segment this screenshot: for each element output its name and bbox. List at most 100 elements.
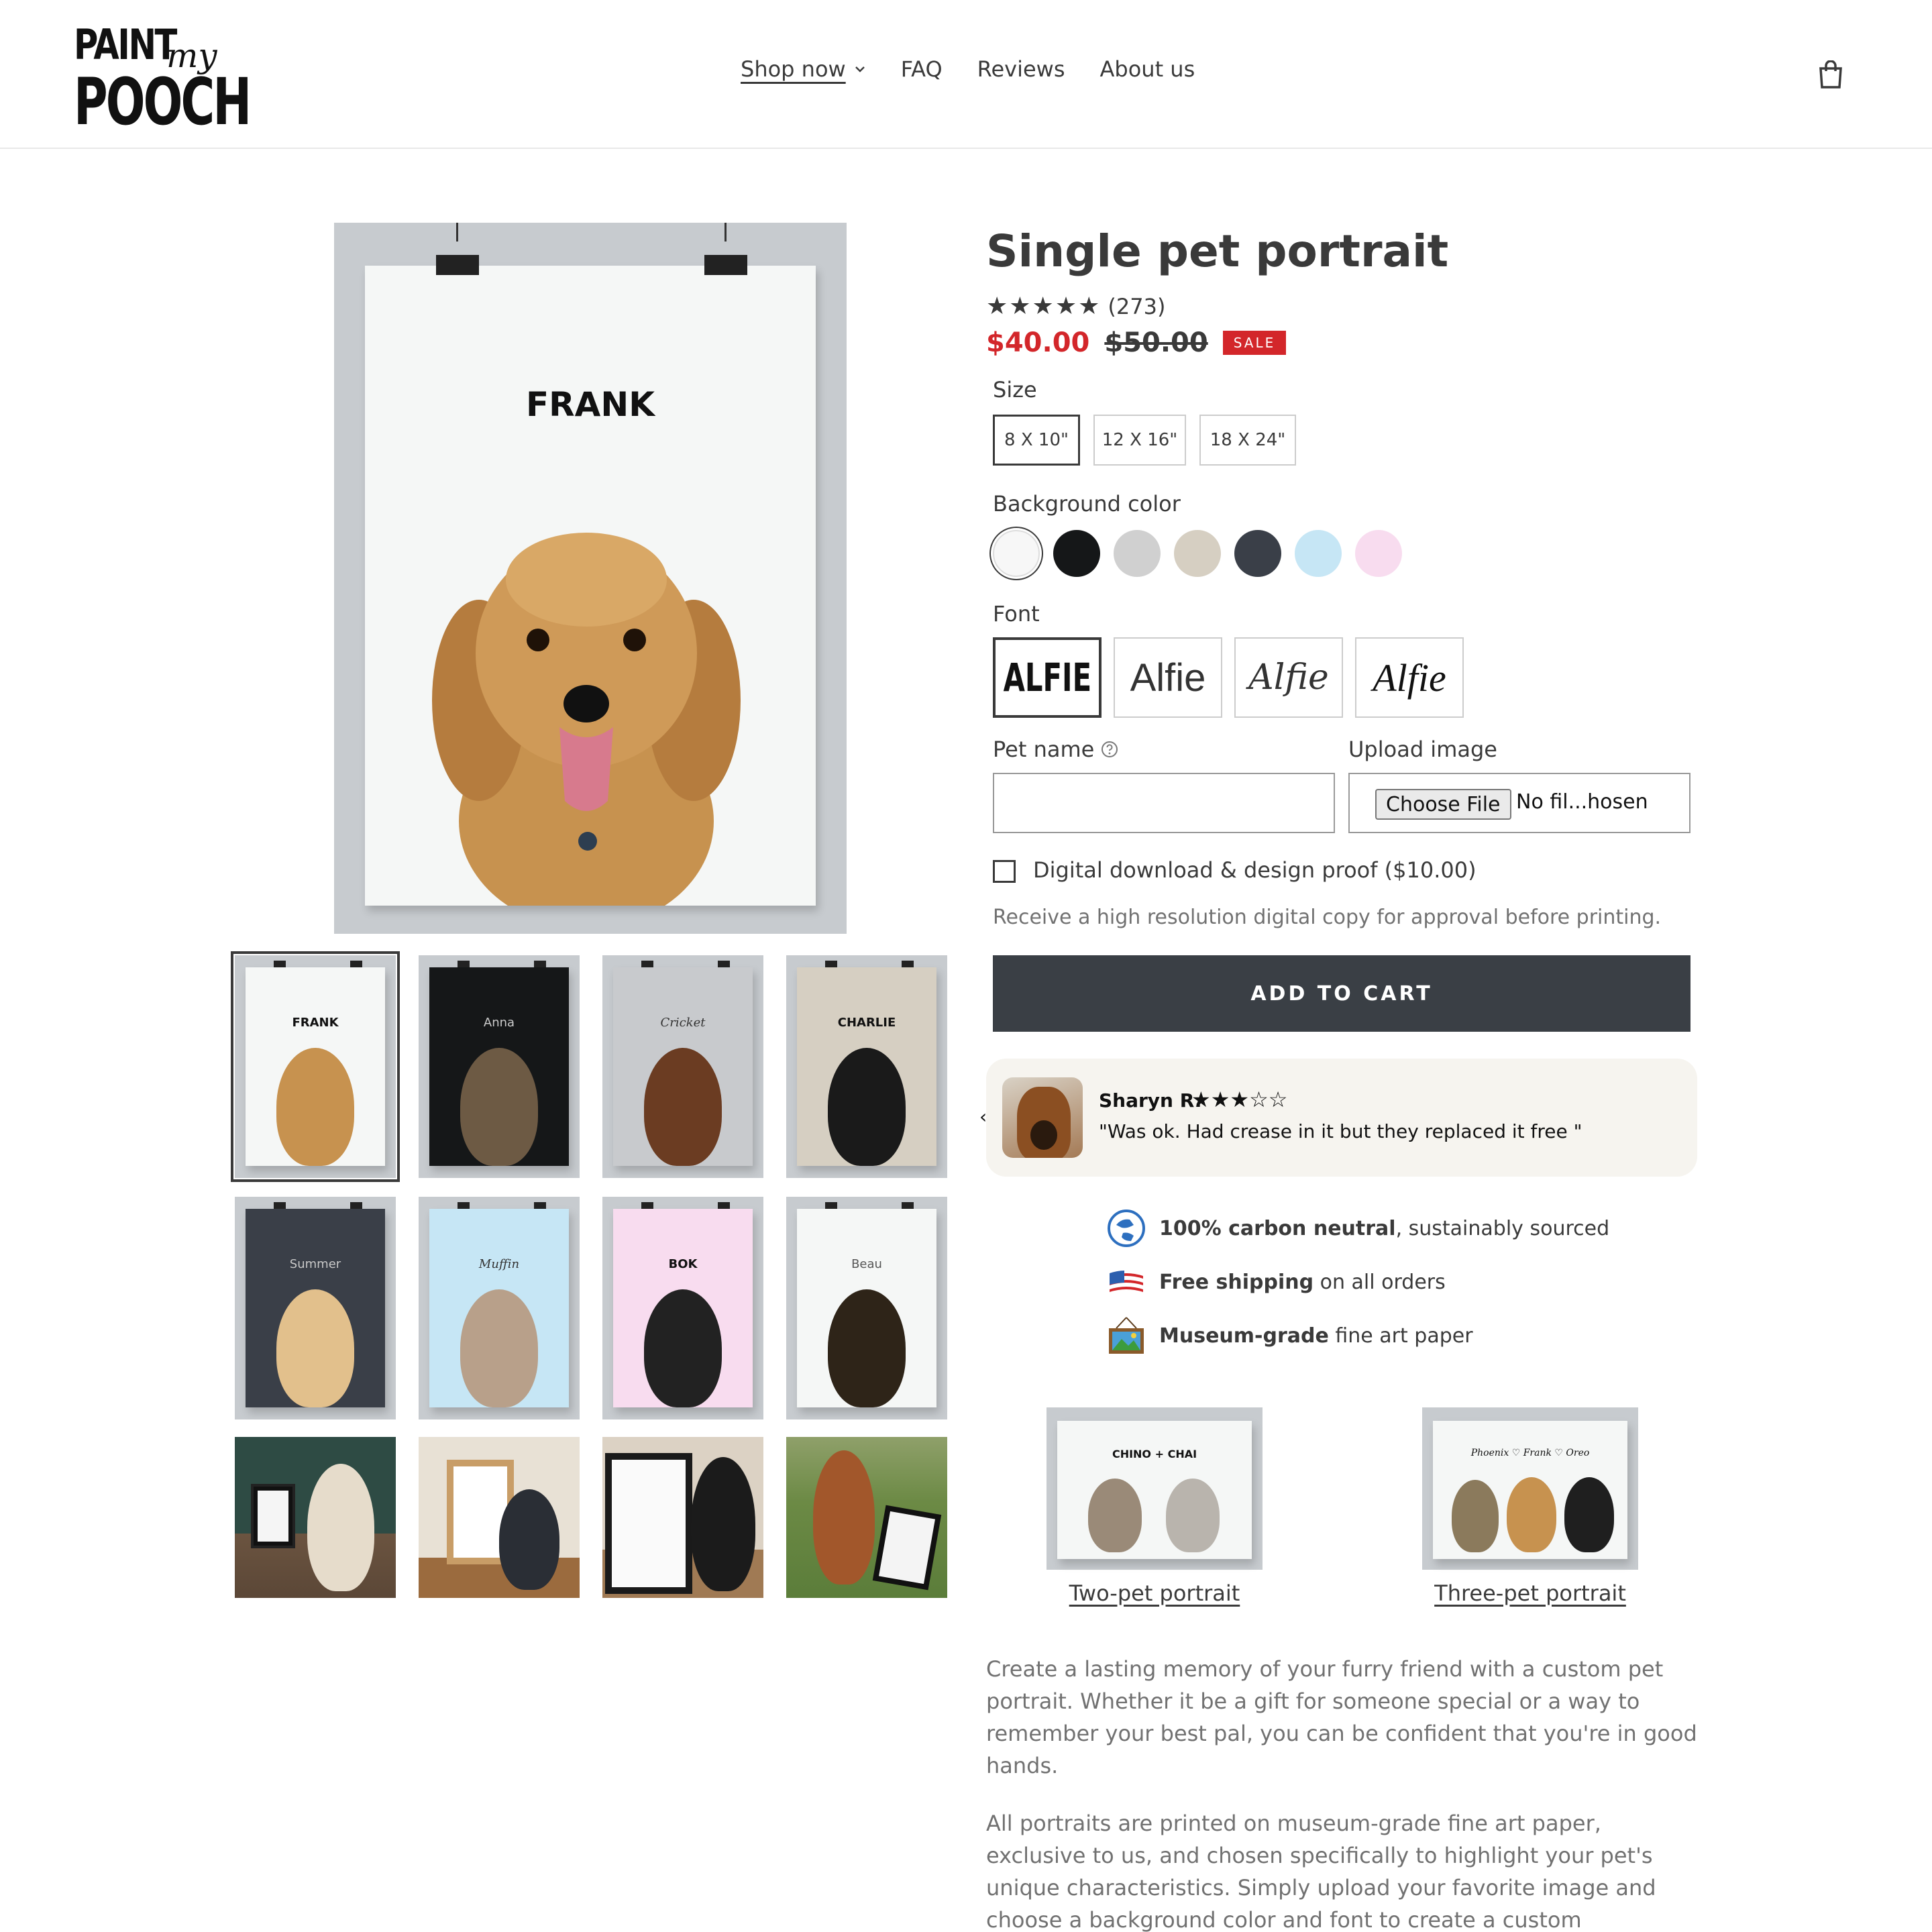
rating-stars-icon: ★★★★★ <box>986 292 1102 320</box>
pet-illustration <box>460 1289 538 1407</box>
person-photo <box>499 1489 559 1590</box>
review-stars-icon: ★★★☆☆ <box>1191 1087 1288 1112</box>
background-color-swatch[interactable] <box>1053 530 1100 577</box>
feature-bold: Free shipping <box>1159 1270 1314 1294</box>
poster-pet-name: CHINO + CHAI <box>1112 1448 1197 1460</box>
digital-download-checkbox[interactable] <box>993 860 1016 883</box>
pet-illustration <box>276 1048 354 1166</box>
main-nav: Shop now FAQ Reviews About us <box>741 56 1195 82</box>
reviewer-name: Sharyn R. <box>1099 1089 1202 1112</box>
binder-clip <box>534 1202 546 1209</box>
upload-image-field[interactable]: Choose File No fil...hosen <box>1348 773 1690 833</box>
three-pet-portrait-image[interactable]: Phoenix ♡ Frank ♡ Oreo <box>1422 1407 1638 1570</box>
font-option-sans[interactable]: Alfie <box>1114 637 1222 718</box>
three-pet-portrait-link[interactable]: Three-pet portrait <box>1422 1580 1638 1606</box>
binder-clip <box>350 1202 362 1209</box>
rating-count: (273) <box>1108 293 1166 319</box>
gallery-thumbnail[interactable]: BOK <box>602 1197 763 1419</box>
pet-name-label-text: Pet name <box>993 737 1095 762</box>
customer-photo-thumbnail[interactable] <box>786 1437 947 1598</box>
main-product-image[interactable]: FRANK <box>334 223 847 934</box>
background-color-swatch[interactable] <box>1174 530 1221 577</box>
feature-text: , sustainably sourced <box>1395 1216 1610 1240</box>
binder-clip <box>534 961 546 967</box>
cart-icon[interactable] <box>1818 60 1843 89</box>
digital-download-label[interactable]: Digital download & design proof ($10.00) <box>1033 857 1477 883</box>
pet-illustration <box>828 1048 906 1166</box>
cat-illustration <box>1166 1479 1220 1552</box>
poster: Muffin <box>429 1209 569 1407</box>
nav-reviews[interactable]: Reviews <box>977 56 1065 82</box>
background-color-swatch[interactable] <box>1114 530 1161 577</box>
customer-photo-thumbnail[interactable] <box>602 1437 763 1598</box>
gallery-thumbnail[interactable]: Muffin <box>419 1197 580 1419</box>
size-option-18x24[interactable]: 18 X 24" <box>1199 415 1296 466</box>
price-row: $40.00 $50.00 SALE <box>986 327 1287 358</box>
size-option-8x10[interactable]: 8 X 10" <box>993 415 1080 466</box>
font-option-script-light[interactable]: Alfie <box>1234 637 1343 718</box>
add-to-cart-button[interactable]: ADD TO CART <box>993 955 1690 1032</box>
logo-text-top: PAINT <box>74 20 177 69</box>
font-option-script[interactable]: Alfie <box>1355 637 1464 718</box>
background-color-swatch[interactable] <box>993 530 1040 577</box>
poster-pet-name: FRANK <box>292 1016 339 1030</box>
poster: FRANK <box>246 967 385 1166</box>
gallery-thumbnail[interactable]: Cricket <box>602 955 763 1178</box>
nav-about-us[interactable]: About us <box>1100 56 1195 82</box>
reviewer-avatar <box>1002 1077 1083 1158</box>
binder-clip <box>825 961 837 967</box>
binder-clip <box>718 961 730 967</box>
feature-carbon-neutral: 100% carbon neutral, sustainably sourced <box>1107 1209 1609 1248</box>
binder-clip <box>718 1202 730 1209</box>
customer-photo-thumbnail[interactable] <box>419 1437 580 1598</box>
framed-print <box>251 1484 295 1548</box>
background-color-swatch[interactable] <box>1295 530 1342 577</box>
dog-portrait-illustration <box>432 533 741 906</box>
chevron-left-icon[interactable]: ‹ <box>979 1106 997 1132</box>
font-sample: Alfie <box>1248 657 1329 698</box>
background-color-swatch[interactable] <box>1355 530 1402 577</box>
gallery-thumbnail[interactable]: Anna <box>419 955 580 1178</box>
binder-clip <box>825 1202 837 1209</box>
binder-clip <box>902 961 914 967</box>
rating-row[interactable]: ★★★★★ (273) <box>986 292 1165 320</box>
help-icon[interactable] <box>1101 741 1118 758</box>
file-name-text: No fil...hosen <box>1516 790 1648 814</box>
poster-pet-name: FRANK <box>526 385 655 424</box>
cat-illustration <box>1452 1480 1499 1552</box>
globe-recycle-icon <box>1108 1210 1145 1247</box>
binder-clip <box>704 255 747 275</box>
gallery-thumbnail[interactable]: Beau <box>786 1197 947 1419</box>
two-pet-portrait-link[interactable]: Two-pet portrait <box>1046 1580 1263 1606</box>
gallery-thumbnail[interactable]: CHARLIE <box>786 955 947 1178</box>
description-paragraph: Create a lasting memory of your furry fr… <box>986 1656 1697 1778</box>
size-option-12x16[interactable]: 12 X 16" <box>1093 415 1186 466</box>
poster: Phoenix ♡ Frank ♡ Oreo <box>1433 1421 1627 1559</box>
poster-pet-name: CHARLIE <box>837 1016 896 1030</box>
poster-pet-name: Muffin <box>478 1257 520 1271</box>
paint-my-pooch-logo[interactable]: PAINT my POOCH <box>74 20 252 140</box>
poster: Anna <box>429 967 569 1166</box>
nav-about-us-label: About us <box>1099 56 1195 82</box>
dog-photo <box>307 1464 374 1591</box>
two-pet-portrait-image[interactable]: CHINO + CHAI <box>1046 1407 1263 1570</box>
framed-picture-icon <box>1109 1317 1144 1354</box>
nav-faq[interactable]: FAQ <box>901 56 943 82</box>
hanger-wire <box>724 223 727 241</box>
font-option-bold-caps[interactable]: ALFIE <box>993 637 1102 718</box>
logo-text-bottom: POOCH <box>74 64 252 140</box>
gallery-thumbnail[interactable]: FRANK <box>231 951 400 1182</box>
font-sample: Alfie <box>1373 655 1446 700</box>
background-color-swatch[interactable] <box>1234 530 1281 577</box>
binder-clip <box>458 961 470 967</box>
framed-print <box>872 1505 942 1591</box>
pet-illustration <box>460 1048 538 1166</box>
gallery-thumbnail[interactable]: Summer <box>235 1197 396 1419</box>
feature-text: on all orders <box>1313 1270 1446 1294</box>
poster-pet-name: Cricket <box>660 1016 706 1030</box>
pet-illustration <box>644 1048 722 1166</box>
choose-file-button[interactable]: Choose File <box>1375 789 1511 820</box>
pet-name-input[interactable] <box>993 773 1335 833</box>
nav-shop-now[interactable]: Shop now <box>741 56 866 82</box>
customer-photo-thumbnail[interactable] <box>235 1437 396 1598</box>
